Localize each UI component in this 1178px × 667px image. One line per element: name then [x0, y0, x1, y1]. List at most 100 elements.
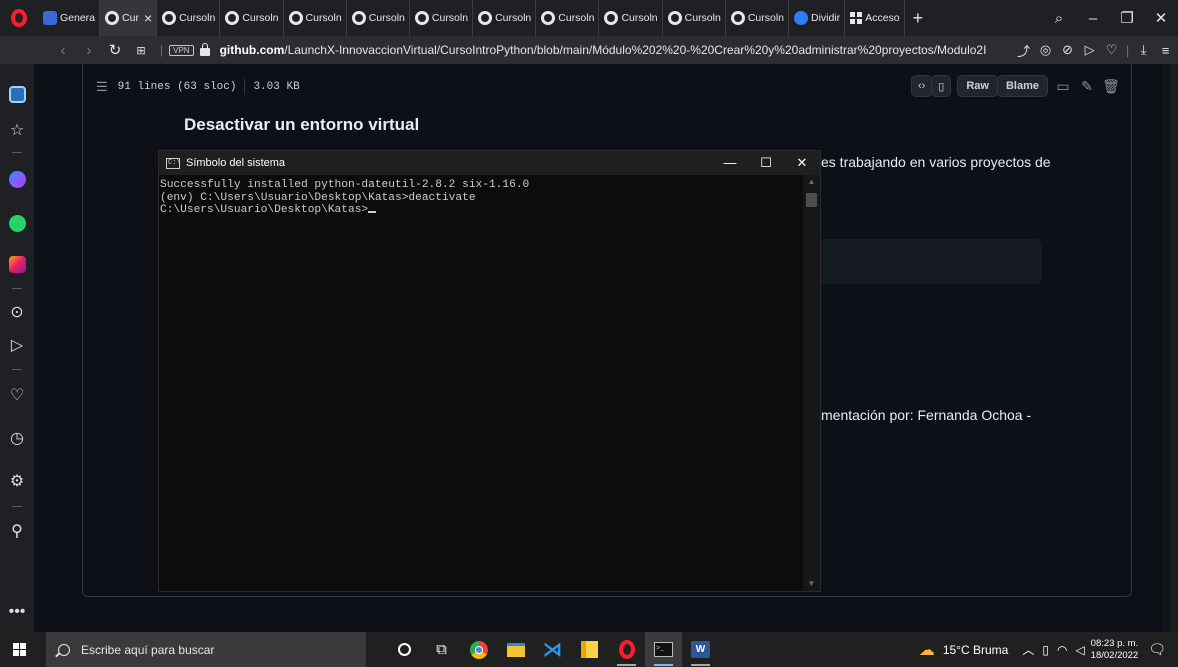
send-icon[interactable]: ▷ — [1079, 42, 1101, 58]
sidebar-settings[interactable]: ⚙ — [0, 468, 34, 494]
browser-tab[interactable]: Acceso — [845, 0, 905, 36]
url-domain: github.com — [219, 43, 285, 57]
speed-dial-icon[interactable]: ⊞ — [128, 44, 154, 57]
browser-tab[interactable]: Cursoln — [663, 0, 726, 36]
blame-button[interactable]: Blame — [996, 75, 1048, 97]
sidebar-flow[interactable]: ▷ — [0, 332, 34, 358]
taskbar-file-explorer[interactable] — [497, 632, 534, 667]
chevron-up-icon[interactable]: ︿ — [1022, 641, 1034, 658]
back-icon[interactable]: ‹ — [50, 42, 76, 59]
lock-icon[interactable] — [199, 42, 210, 56]
weather-icon[interactable]: ☁ — [919, 640, 935, 660]
url-field[interactable]: github.com/LaunchX-InnovaccionVirtual/Cu… — [220, 43, 1005, 57]
volume-icon[interactable]: ◁ — [1075, 643, 1084, 657]
clock[interactable]: 08:23 p. m. 18/02/2022 — [1091, 638, 1139, 662]
taskbar-cmd[interactable]: >_ — [645, 632, 682, 667]
vpn-badge[interactable]: VPN — [169, 44, 194, 56]
sidebar-tips[interactable]: ⚲ — [0, 518, 34, 544]
wifi-icon[interactable]: ◠ — [1057, 643, 1067, 657]
file-icon: ▯ — [938, 80, 945, 93]
heart-icon[interactable]: ♡ — [1101, 42, 1123, 58]
desktop-icon[interactable]: ▭ — [1054, 78, 1072, 95]
adblock-icon[interactable]: ⊘ — [1057, 42, 1079, 58]
browser-tab[interactable]: Cursoln — [599, 0, 663, 36]
sidebar-whatsapp[interactable] — [0, 210, 34, 236]
word-icon: W — [691, 641, 710, 658]
browser-tab[interactable]: Cursoln — [284, 0, 347, 36]
task-view-button[interactable]: ⧉ — [423, 632, 460, 667]
taskbar-chrome[interactable] — [460, 632, 497, 667]
taskbar-word[interactable]: W — [682, 632, 719, 667]
cortana-icon — [398, 643, 411, 656]
opera-menu-button[interactable] — [0, 0, 38, 36]
cmd-scrollbar[interactable]: ▲ ▼ — [803, 175, 820, 591]
sidebar-favorites[interactable]: ♡ — [0, 382, 34, 408]
sidebar-more[interactable]: ••• — [0, 599, 34, 625]
cmd-console[interactable]: Successfully installed python-dateutil-2… — [159, 175, 805, 591]
search-placeholder: Escribe aquí para buscar — [81, 642, 215, 657]
battery-icon[interactable]: ▯ — [1042, 643, 1049, 657]
browser-tab[interactable]: Cursoln — [347, 0, 410, 36]
minimize-button[interactable]: – — [1076, 10, 1110, 27]
markdown-heading: Desactivar un entorno virtual — [184, 115, 420, 134]
taskbar-opera[interactable] — [608, 632, 645, 667]
easy-setup-icon[interactable]: ≡ — [1155, 43, 1177, 58]
address-bar-actions: ⤴ ◎ ⊘ ▷ ♡ | ⤓ ≡ — [1013, 41, 1177, 60]
trash-icon[interactable]: 🗑 — [1102, 78, 1120, 95]
sidebar-messenger[interactable] — [0, 166, 34, 192]
list-icon: ☰ — [96, 79, 108, 95]
console-prompt: C:\Users\Usuario\Desktop\Katas> — [160, 204, 369, 216]
browser-tab[interactable]: Cursoln — [410, 0, 474, 36]
browser-tab[interactable]: Cursoln — [536, 0, 600, 36]
cortana-button[interactable] — [386, 632, 423, 667]
browser-tab[interactable]: Cursoln — [726, 0, 790, 36]
new-tab-button[interactable]: + — [905, 0, 932, 36]
close-window-button[interactable]: ✕ — [1144, 9, 1178, 27]
browser-tab[interactable]: Dividir — [789, 0, 846, 36]
cmd-window-controls: — ☐ ✕ — [712, 151, 820, 175]
cmd-icon: C:\ — [166, 157, 181, 169]
markdown-text: mentación por: Fernanda Ochoa - — [821, 407, 1032, 423]
forward-icon[interactable]: › — [76, 42, 102, 59]
reload-icon[interactable]: ↻ — [102, 41, 128, 59]
browser-tab[interactable]: Genera — [38, 0, 101, 36]
taskbar-vscode[interactable]: ⋊ — [534, 632, 571, 667]
sidebar-bookmarks[interactable]: ☆ — [0, 117, 34, 143]
restore-button[interactable]: ❐ — [1110, 9, 1144, 27]
sidebar-player[interactable]: ⊙ — [0, 299, 34, 325]
cmd-maximize-button[interactable]: ☐ — [748, 151, 784, 175]
browser-tab[interactable]: Cursoln — [220, 0, 284, 36]
sidebar-instagram[interactable] — [0, 251, 34, 277]
pencil-icon[interactable]: ✎ — [1078, 78, 1096, 95]
taskbar-sticky-notes[interactable] — [571, 632, 608, 667]
display-source-button[interactable]: ‹› — [910, 75, 933, 97]
tab-label: Acceso — [865, 12, 900, 24]
sidebar-home[interactable] — [0, 81, 34, 107]
scroll-down-icon[interactable]: ▼ — [803, 577, 820, 591]
browser-tab[interactable]: Cur × — [100, 0, 158, 36]
snapshot-icon[interactable]: ◎ — [1035, 42, 1057, 58]
search-tabs-icon[interactable]: ⌕ — [1042, 10, 1076, 27]
sidebar-history[interactable]: ◷ — [0, 425, 34, 451]
taskbar-search[interactable]: Escribe aquí para buscar — [46, 632, 366, 667]
share-icon[interactable]: ⤴ — [1013, 41, 1035, 60]
display-rendered-button[interactable]: ▯ — [931, 75, 952, 97]
start-button[interactable] — [7, 632, 31, 667]
cmd-minimize-button[interactable]: — — [712, 151, 748, 175]
page-scrollbar[interactable] — [1162, 64, 1170, 632]
download-icon[interactable]: ⤓ — [1133, 42, 1155, 58]
sidebar-divider — [12, 369, 22, 370]
windows-icon — [12, 643, 26, 656]
notifications-icon[interactable]: 🗨 — [1148, 641, 1166, 658]
browser-tab[interactable]: Cursoln — [157, 0, 221, 36]
browser-tab[interactable]: Cursoln — [473, 0, 537, 36]
cmd-title-bar[interactable]: C:\ Símbolo del sistema — ☐ ✕ — [159, 151, 820, 175]
github-icon — [351, 11, 366, 25]
scroll-thumb[interactable] — [806, 193, 817, 207]
github-icon — [162, 11, 177, 25]
weather-text[interactable]: 15°C Bruma — [943, 643, 1009, 657]
cmd-close-button[interactable]: ✕ — [784, 151, 820, 175]
scroll-up-icon[interactable]: ▲ — [803, 175, 820, 189]
close-tab-icon[interactable]: × — [144, 10, 152, 26]
raw-button[interactable]: Raw — [957, 75, 998, 97]
